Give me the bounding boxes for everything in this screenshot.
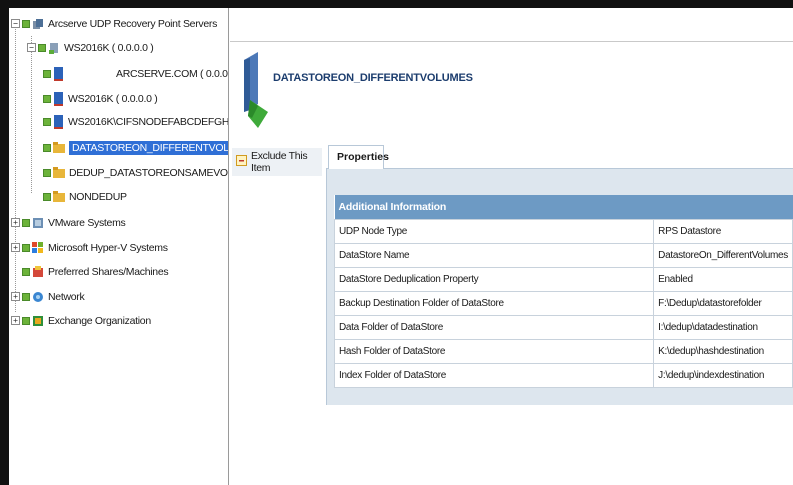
- status-icon: [43, 192, 51, 201]
- property-value: F:\Dedup\datastorefolder: [653, 290, 793, 316]
- tree-label: VMware Systems: [48, 216, 126, 229]
- property-name: DataStore Name: [333, 242, 655, 268]
- content-header-bar: [230, 8, 793, 42]
- folder-icon: [53, 167, 65, 178]
- table-row: UDP Node Type RPS Datastore: [333, 218, 793, 244]
- expand-icon[interactable]: +: [11, 292, 20, 301]
- table-header: Additional Information: [334, 195, 793, 219]
- page-title: DATASTOREON_DIFFERENTVOLUMES: [273, 72, 473, 84]
- status-icon: [43, 117, 51, 126]
- table-row: Index Folder of DataStore J:\dedup\index…: [333, 362, 793, 388]
- node-icon: [53, 66, 64, 81]
- table-row: Hash Folder of DataStore K:\dedup\hashde…: [333, 338, 793, 364]
- window-frame-left: [0, 0, 9, 485]
- datastore-icon: [240, 52, 270, 131]
- tree-item-node[interactable]: ARCSERVE.COM ( 0.0.0.0 ): [43, 65, 228, 82]
- status-icon: [43, 94, 51, 103]
- hyperv-icon: [32, 241, 44, 254]
- node-icon: [53, 114, 64, 129]
- table-row: Data Folder of DataStore I:\dedup\datade…: [333, 314, 793, 340]
- tree-label: NONDEDUP: [69, 190, 127, 203]
- shares-icon: [32, 265, 44, 278]
- expand-icon[interactable]: +: [11, 218, 20, 227]
- tree-label: WS2016K ( 0.0.0.0 ): [68, 92, 158, 105]
- property-value: J:\dedup\indexdestination: [653, 362, 793, 388]
- folder-icon: [53, 142, 65, 153]
- status-icon: [22, 218, 30, 227]
- tree-item-rps-root[interactable]: − Arcserve UDP Recovery Point Servers: [11, 15, 217, 32]
- property-name: Hash Folder of DataStore: [333, 338, 655, 364]
- table-row: DataStore Deduplication Property Enabled: [333, 266, 793, 292]
- tab-properties[interactable]: Properties: [328, 145, 389, 169]
- tree-item-shares[interactable]: Preferred Shares/Machines: [22, 263, 169, 280]
- status-icon: [22, 243, 30, 252]
- server-group-icon: [32, 18, 44, 30]
- tree-label: Preferred Shares/Machines: [48, 265, 169, 278]
- node-icon: [53, 91, 64, 106]
- table-row: Backup Destination Folder of DataStore F…: [333, 290, 793, 316]
- table-row: DataStore Name DatastoreOn_DifferentVolu…: [333, 242, 793, 268]
- expand-icon[interactable]: +: [11, 243, 20, 252]
- status-icon: [22, 19, 30, 28]
- exclude-item-button[interactable]: Exclude This Item: [232, 148, 322, 176]
- tree-label: DATASTOREON_DIFFERENTVOLUMES: [69, 140, 228, 155]
- property-value: I:\dedup\datadestination: [653, 314, 793, 340]
- status-icon: [22, 316, 30, 325]
- tree-label: Network: [48, 290, 85, 303]
- exclude-item-label: Exclude This Item: [251, 150, 308, 174]
- tree-item-datastore-selected[interactable]: DATASTOREON_DIFFERENTVOLUMES: [43, 139, 228, 156]
- expand-icon[interactable]: +: [11, 316, 20, 325]
- status-icon: [43, 168, 51, 177]
- tree-item-exchange[interactable]: + Exchange Organization: [11, 312, 151, 329]
- tree-label: ARCSERVE.COM ( 0.0.0.0 ): [116, 67, 228, 80]
- tree-item-node[interactable]: WS2016K\CIFSNODEFABCDEFGHIJKLMNOPQRSTUVW: [43, 113, 229, 130]
- property-value: Enabled: [653, 266, 793, 292]
- tree-item-network[interactable]: + Network: [11, 288, 85, 305]
- collapse-icon[interactable]: −: [27, 43, 36, 52]
- tree-item-hyperv[interactable]: + Microsoft Hyper-V Systems: [11, 239, 168, 256]
- server-icon: [48, 42, 60, 54]
- status-icon: [22, 292, 30, 301]
- vmware-icon: [32, 217, 44, 229]
- tree-label: Exchange Organization: [48, 314, 151, 327]
- tree-item-datastore[interactable]: DEDUP_DATASTOREONSAMEVOLUME: [43, 164, 228, 181]
- status-icon: [22, 267, 30, 276]
- tree-label: DEDUP_DATASTOREONSAMEVOLUME: [69, 166, 228, 179]
- property-value: RPS Datastore: [653, 218, 793, 244]
- folder-icon: [53, 191, 65, 202]
- status-icon: [43, 69, 51, 78]
- property-name: Backup Destination Folder of DataStore: [333, 290, 655, 316]
- exchange-icon: [32, 315, 44, 327]
- property-name: Data Folder of DataStore: [333, 314, 655, 340]
- property-name: Index Folder of DataStore: [333, 362, 655, 388]
- collapse-icon[interactable]: −: [11, 19, 20, 28]
- tree-label: WS2016K ( 0.0.0.0 ): [64, 41, 154, 54]
- status-icon: [38, 43, 46, 52]
- tree-label: WS2016K\CIFSNODEFABCDEFGHIJKLMNOPQRSTUVW: [68, 115, 229, 128]
- tree-item-node[interactable]: WS2016K ( 0.0.0.0 ): [43, 90, 158, 107]
- exclude-icon: [236, 155, 247, 169]
- window-frame-top: [0, 0, 793, 8]
- status-icon: [43, 143, 51, 152]
- tree-label: Arcserve UDP Recovery Point Servers: [48, 17, 218, 30]
- property-value: DatastoreOn_DifferentVolumes: [653, 242, 793, 268]
- tree-item-datastore[interactable]: NONDEDUP: [43, 188, 127, 205]
- property-value: K:\dedup\hashdestination: [653, 338, 793, 364]
- navigation-tree: − Arcserve UDP Recovery Point Servers − …: [9, 8, 229, 485]
- property-name: DataStore Deduplication Property: [333, 266, 655, 292]
- property-name: UDP Node Type: [333, 218, 655, 244]
- tree-item-server[interactable]: − WS2016K ( 0.0.0.0 ): [27, 39, 154, 56]
- tree-item-vmware[interactable]: + VMware Systems: [11, 214, 126, 231]
- tree-label: Microsoft Hyper-V Systems: [48, 241, 168, 254]
- network-icon: [32, 291, 44, 303]
- additional-info-table: Additional Information UDP Node Type RPS…: [333, 195, 793, 388]
